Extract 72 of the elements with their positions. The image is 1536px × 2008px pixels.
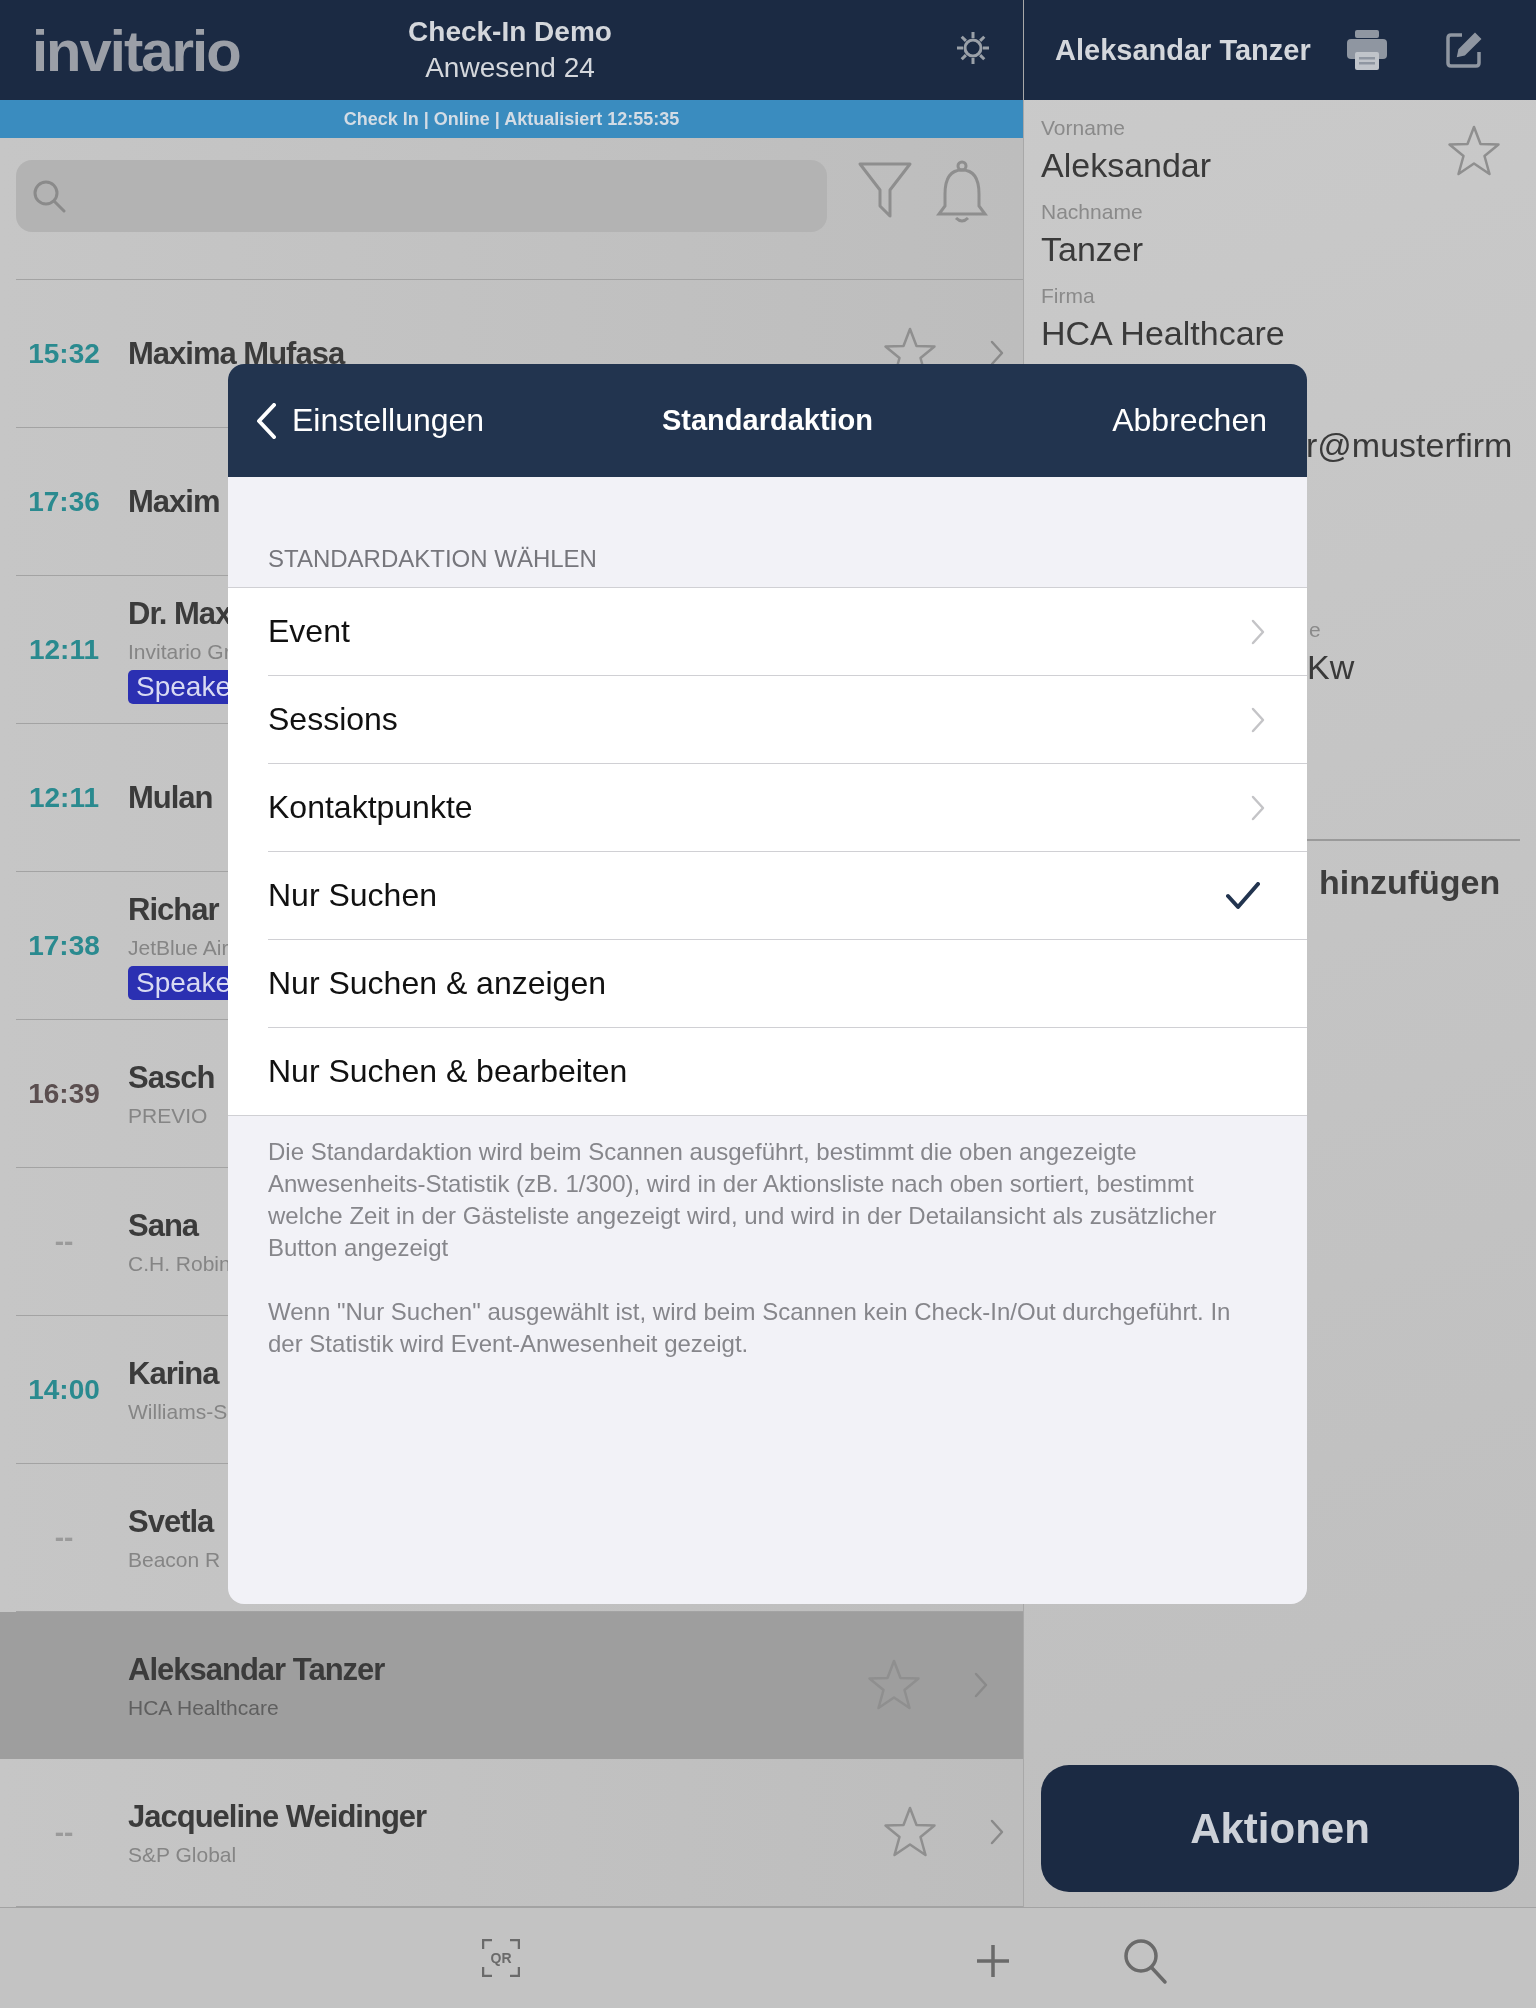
option-row[interactable]: Event [268, 588, 1307, 676]
field-label: Nachname [1041, 200, 1143, 224]
field-label: e [1309, 618, 1321, 642]
guest-name: Sasch [128, 1059, 215, 1096]
option-row[interactable]: Nur Suchen & bearbeiten [268, 1028, 1307, 1115]
filter-icon[interactable] [857, 160, 913, 220]
guest-name: Karina [128, 1355, 219, 1392]
check-in-time: 12:11 [28, 633, 100, 665]
contact-title: Aleksandar Tanzer [1055, 33, 1311, 67]
check-in-time: -- [54, 1521, 74, 1553]
guest-company: C.H. Robin [128, 1251, 231, 1276]
field-label: Firma [1041, 284, 1095, 308]
check-in-time: 12:11 [28, 781, 100, 813]
field-label: Vorname [1041, 116, 1126, 140]
actions-button[interactable]: Aktionen [1041, 1765, 1519, 1892]
guest-company: Williams-S [128, 1399, 228, 1424]
star-icon[interactable] [882, 1805, 938, 1859]
star-icon[interactable] [1446, 124, 1502, 178]
guest-company: PREVIO [128, 1103, 208, 1128]
printer-icon[interactable] [1344, 30, 1389, 70]
guest-company: S&P Global [128, 1842, 237, 1867]
option-row[interactable]: Sessions [268, 676, 1307, 764]
search-icon[interactable] [1122, 1937, 1168, 1985]
guest-name: Maxima Mufasa [128, 335, 345, 372]
chevron-icon [1251, 618, 1265, 645]
option-row[interactable]: Nur Suchen & anzeigen [268, 940, 1307, 1028]
guest-company: Invitario Gr [128, 639, 231, 664]
search-icon [32, 179, 66, 213]
check-in-time: 17:36 [28, 485, 100, 517]
guest-company: HCA Healthcare [128, 1695, 279, 1720]
guest-company: JetBlue Air [128, 935, 229, 960]
guest-name: Jacqueline Weidinger [128, 1798, 427, 1835]
guest-name: Maxim [128, 483, 220, 520]
section-header: STANDARDAKTION WÄHLEN [268, 545, 598, 574]
guest-row[interactable]: Aleksandar Tanzer HCA Healthcare [0, 1612, 1023, 1759]
guest-name: Sana [128, 1207, 199, 1244]
check-in-time: 15:32 [28, 337, 100, 369]
field-value: Aleksandar [1041, 146, 1212, 184]
status-bar: Check In | Online | Aktualisiert 12:55:35 [0, 100, 1023, 138]
event-title: Check-In Demo [407, 16, 613, 48]
settings-icon[interactable] [955, 30, 991, 66]
check-in-time: 17:38 [28, 929, 100, 961]
check-in-time: -- [54, 1225, 74, 1257]
guest-name: Dr. Max [128, 595, 232, 632]
check-in-time: 14:00 [28, 1373, 100, 1405]
guest-name: Svetla [128, 1503, 214, 1540]
field-value: Kw [1307, 648, 1355, 687]
guest-company: Beacon R [128, 1547, 221, 1572]
check-in-time: 16:39 [28, 1077, 100, 1109]
guest-name: Richar [128, 891, 219, 928]
help-text: Wenn "Nur Suchen" ausgewählt ist, wird beim Scannen kein Check-In/Out durchgeführt. In der Statistik wird Event-Anwesenheit gezeigt. [268, 1297, 1232, 1359]
search-field[interactable] [16, 160, 827, 232]
chevron-icon [1251, 794, 1265, 821]
back-chevron-icon [256, 402, 276, 439]
field-value: Tanzer [1041, 230, 1144, 268]
edit-icon[interactable] [1444, 31, 1483, 69]
cancel-button[interactable]: Abbrechen [1112, 402, 1267, 439]
logo: invitario [32, 16, 240, 84]
option-row[interactable]: Kontaktpunkte [268, 764, 1307, 852]
add-link[interactable]: hinzufügen [1319, 863, 1501, 902]
chevron-icon [990, 340, 1004, 366]
attendance-count: Anwesend 24 [424, 52, 596, 84]
guest-name: Aleksandar Tanzer [128, 1651, 385, 1688]
guest-name: Mulan [128, 779, 213, 816]
help-text: Die Standardaktion wird beim Scannen ausgeführt, bestimmt die oben angezeigte Anwesenheits-Statistik (zB. 1/300), wird in der Aktionsliste nach oben sortiert, bestimmt welche Zeit in der Gästeliste angezeigt wird, und wird in der Detailansicht als zusätzlicher Button angezeigt [268, 1137, 1218, 1263]
plus-icon[interactable] [976, 1944, 1010, 1978]
field-value: HCA Healthcare [1041, 314, 1285, 352]
chevron-icon [990, 1819, 1004, 1845]
check-in-time: -- [54, 1816, 74, 1848]
option-row[interactable]: Nur Suchen [268, 852, 1307, 940]
field-value: r@musterfirm [1306, 426, 1513, 465]
chevron-icon [1251, 706, 1265, 733]
